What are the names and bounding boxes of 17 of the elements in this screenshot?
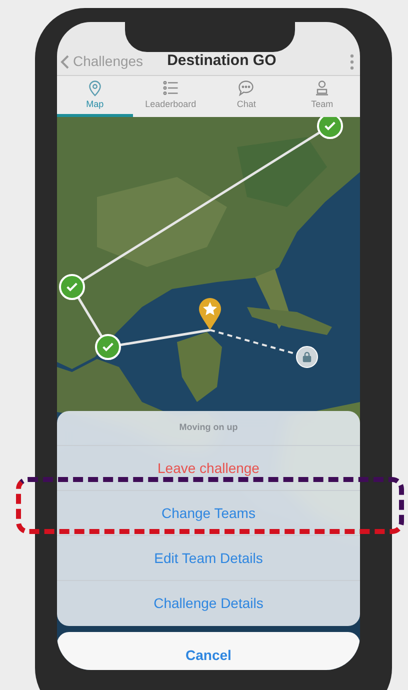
cancel-button[interactable]: Cancel — [57, 632, 360, 670]
tab[interactable]: Team — [284, 76, 360, 117]
action-sheet-option[interactable]: Leave challenge — [57, 446, 360, 491]
action-sheet-title: Moving on up — [57, 411, 360, 446]
action-sheet-option[interactable]: Edit Team Details — [57, 536, 360, 581]
tab[interactable]: Chat — [208, 76, 284, 117]
map[interactable]: Moving on up Leave challenge Change Teams Edit Team Details Challenge Details Cancel — [57, 117, 360, 670]
list-icon — [162, 78, 180, 97]
action-sheet-option[interactable]: Change Teams — [57, 491, 360, 536]
screen-title: Destination GO — [167, 51, 276, 72]
more-icon[interactable] — [350, 54, 354, 70]
chevron-left-icon — [59, 54, 71, 70]
tab[interactable]: Leaderboard — [132, 76, 208, 117]
star-pin-icon — [198, 297, 222, 330]
action-sheet-option[interactable]: Challenge Details — [57, 581, 360, 626]
back-button[interactable]: Challenges — [59, 51, 144, 72]
chat-bubble-icon — [237, 78, 256, 97]
